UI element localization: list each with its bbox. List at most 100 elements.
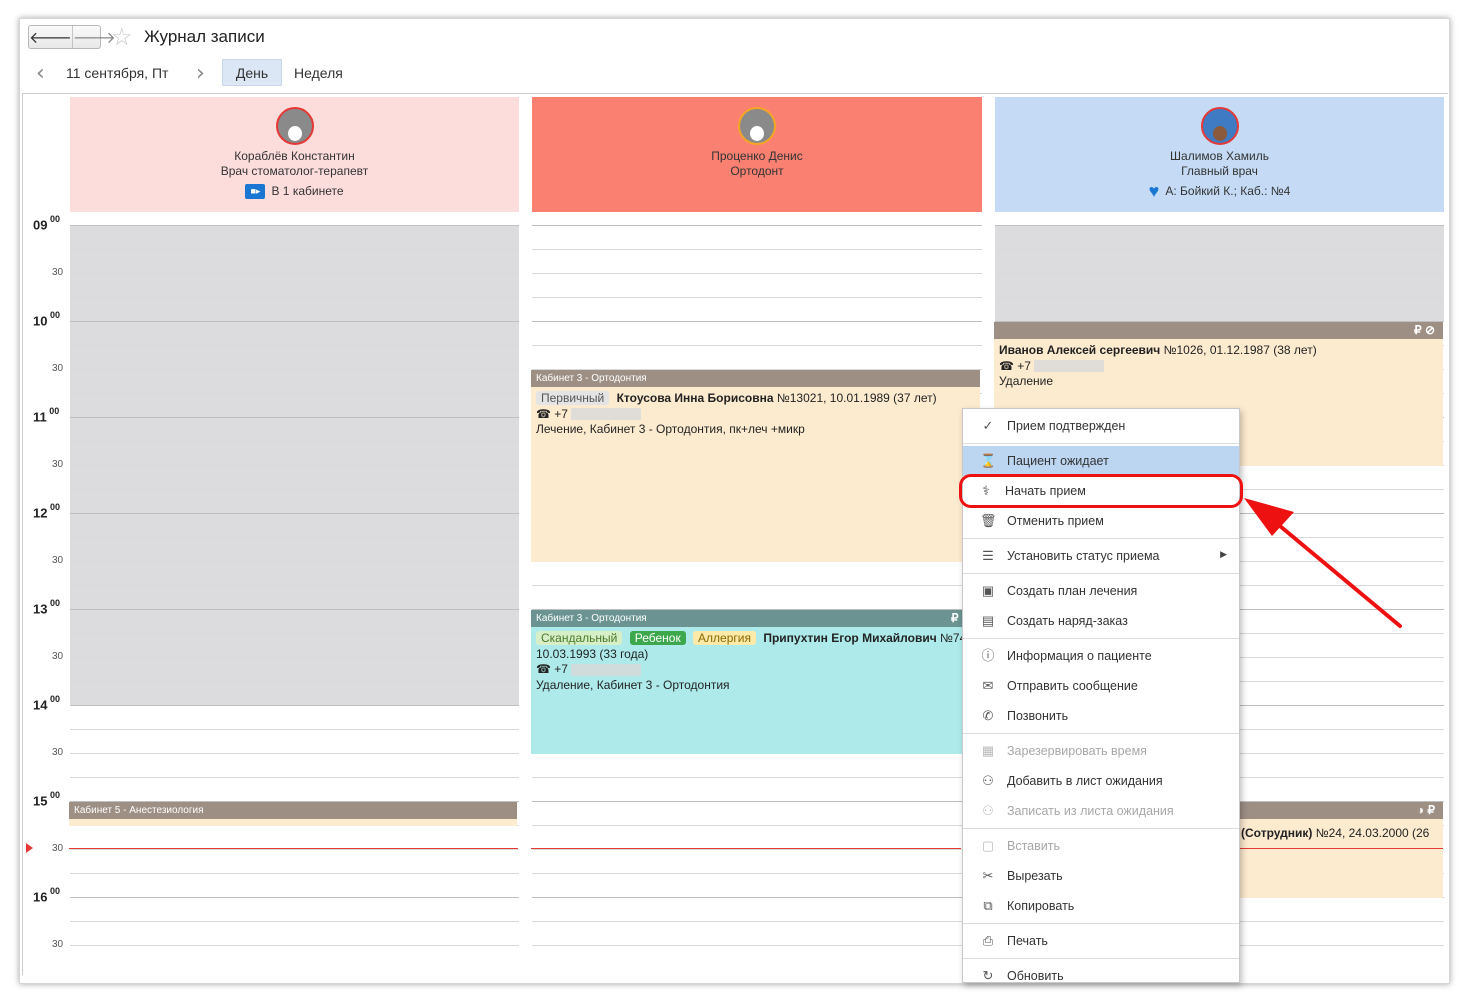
menu-item-2[interactable]: ⌛ Пациент ожидает [963, 446, 1239, 476]
doctor-header[interactable]: Шалимов Хамиль Главный врач ♥ А: Бойкий … [995, 97, 1444, 212]
menu-item-23[interactable]: ⎙ Печать [963, 926, 1239, 956]
patient-name: (Сотрудник) [1241, 826, 1313, 840]
time-slot[interactable] [70, 441, 519, 465]
status-badge: Аллергия [693, 631, 756, 645]
menu-item-label: Установить статус приема [1007, 549, 1160, 563]
time-slot[interactable] [532, 849, 982, 873]
menu-item-9[interactable]: ▤ Создать наряд-заказ [963, 606, 1239, 636]
menu-item-13[interactable]: ✆ Позвонить [963, 701, 1239, 731]
time-slot[interactable] [532, 321, 982, 345]
list-icon: ☰ [982, 548, 994, 563]
time-slot[interactable] [70, 537, 519, 561]
time-slot[interactable] [70, 633, 519, 657]
appointment-card[interactable]: Кабинет 3 - Ортодонтия Первичный Ктоусов… [531, 370, 980, 562]
appointment-card[interactable]: ◑ ₽ (Сотрудник) №24, 24.03.2000 (26 [1236, 802, 1443, 898]
back-arrow-icon[interactable]: 🡐 [29, 26, 72, 48]
menu-item-4[interactable]: 🗑 Отменить прием [963, 506, 1239, 536]
time-slot[interactable] [995, 225, 1444, 249]
favorite-star-icon[interactable]: ☆ [111, 23, 133, 52]
time-slot[interactable] [70, 273, 519, 297]
time-slot[interactable] [532, 273, 982, 297]
time-slot[interactable] [70, 873, 519, 897]
time-slot[interactable] [532, 897, 982, 921]
appointment-card[interactable]: Кабинет 5 - Анестезиология [69, 802, 517, 826]
time-slot[interactable] [70, 369, 519, 393]
phone-icon: ☎ [536, 662, 551, 676]
time-slot[interactable] [532, 945, 982, 969]
tab-day[interactable]: День [222, 59, 282, 86]
time-slot[interactable] [70, 249, 519, 273]
submenu-arrow-icon: ▶ [1220, 549, 1227, 559]
time-slot[interactable] [532, 801, 982, 825]
payment-icon: ₽ ⊘ [1413, 323, 1435, 337]
time-slot[interactable] [532, 345, 982, 369]
time-slot[interactable] [532, 873, 982, 897]
time-slot[interactable] [70, 849, 519, 873]
patient-meta: №1026, 01.12.1987 (38 лет) [1163, 343, 1317, 357]
menu-item-8[interactable]: ▣ Создать план лечения [963, 576, 1239, 606]
time-slot[interactable] [70, 561, 519, 585]
time-slot[interactable] [70, 345, 519, 369]
time-slot[interactable] [70, 321, 519, 345]
time-slot[interactable] [70, 897, 519, 921]
time-slot[interactable] [70, 489, 519, 513]
time-slot[interactable] [70, 225, 519, 249]
time-slot[interactable] [995, 249, 1444, 273]
time-slot[interactable] [532, 753, 982, 777]
menu-item-12[interactable]: ✉ Отправить сообщение [963, 671, 1239, 701]
time-slot[interactable] [532, 921, 982, 945]
time-slot[interactable] [70, 393, 519, 417]
time-slot[interactable] [70, 585, 519, 609]
time-label-hour: 09 00 [33, 214, 60, 233]
time-slot[interactable] [70, 465, 519, 489]
next-date-chevron-icon[interactable]: › [196, 61, 205, 86]
time-slot[interactable] [70, 921, 519, 945]
time-slot[interactable] [70, 753, 519, 777]
patient-phone: +7 [554, 406, 568, 421]
time-slot[interactable] [995, 273, 1444, 297]
time-slot[interactable] [70, 297, 519, 321]
prev-date-chevron-icon[interactable]: ‹ [36, 61, 45, 86]
tooth-icon: ♥ [1148, 181, 1160, 201]
time-slot[interactable] [70, 681, 519, 705]
history-nav: 🡐 🡒 [28, 25, 116, 49]
time-slot[interactable] [70, 729, 519, 753]
doctor-header[interactable]: Кораблёв Константин Врач стоматолог-тера… [70, 97, 519, 212]
menu-item-16[interactable]: ⚇ Добавить в лист ожидания [963, 766, 1239, 796]
time-slot[interactable] [995, 297, 1444, 321]
appointment-header: Кабинет 3 - Ортодонтия [531, 370, 980, 387]
menu-item-11[interactable]: ⓘ Информация о пациенте [963, 641, 1239, 671]
stethoscope-icon: ⚕ [982, 483, 990, 498]
menu-item-6[interactable]: ☰ Установить статус приема ▶ [963, 541, 1239, 571]
patient-name: Припухтин Егор Михайлович [763, 631, 937, 645]
menu-item-25[interactable]: ↻ Обновить [963, 961, 1239, 991]
time-slot[interactable] [70, 705, 519, 729]
menu-item-20[interactable]: ✂ Вырезать [963, 861, 1239, 891]
menu-item-0[interactable]: ✓ Прием подтвержден [963, 411, 1239, 441]
time-slot[interactable] [532, 825, 982, 849]
time-slot[interactable] [532, 561, 982, 585]
time-label-hour: 13 00 [33, 598, 60, 617]
time-slot[interactable] [532, 777, 982, 801]
patient-phone: +7 [554, 662, 568, 676]
menu-separator [963, 733, 1239, 734]
patient-birth: 10.03.1993 (33 года) [536, 646, 649, 661]
menu-item-3[interactable]: ⚕ Начать прием [959, 474, 1243, 508]
time-slot[interactable] [532, 297, 982, 321]
doctor-header[interactable]: Проценко Денис Ортодонт [532, 97, 982, 212]
time-slot[interactable] [70, 777, 519, 801]
tab-week[interactable]: Неделя [294, 65, 343, 81]
forward-arrow-icon[interactable]: 🡒 [71, 26, 116, 48]
time-slot[interactable] [70, 417, 519, 441]
time-slot[interactable] [532, 585, 982, 609]
time-slot[interactable] [532, 225, 982, 249]
time-slot[interactable] [532, 249, 982, 273]
user-list-icon: ⚇ [982, 803, 994, 818]
time-slot[interactable] [70, 825, 519, 849]
time-slot[interactable] [70, 513, 519, 537]
time-slot[interactable] [70, 945, 519, 969]
time-slot[interactable] [70, 609, 519, 633]
appointment-card[interactable]: Кабинет 3 - Ортодонтия₽ ⊘ Скандальный Ре… [531, 610, 980, 754]
menu-item-21[interactable]: ⧉ Копировать [963, 891, 1239, 921]
time-slot[interactable] [70, 657, 519, 681]
